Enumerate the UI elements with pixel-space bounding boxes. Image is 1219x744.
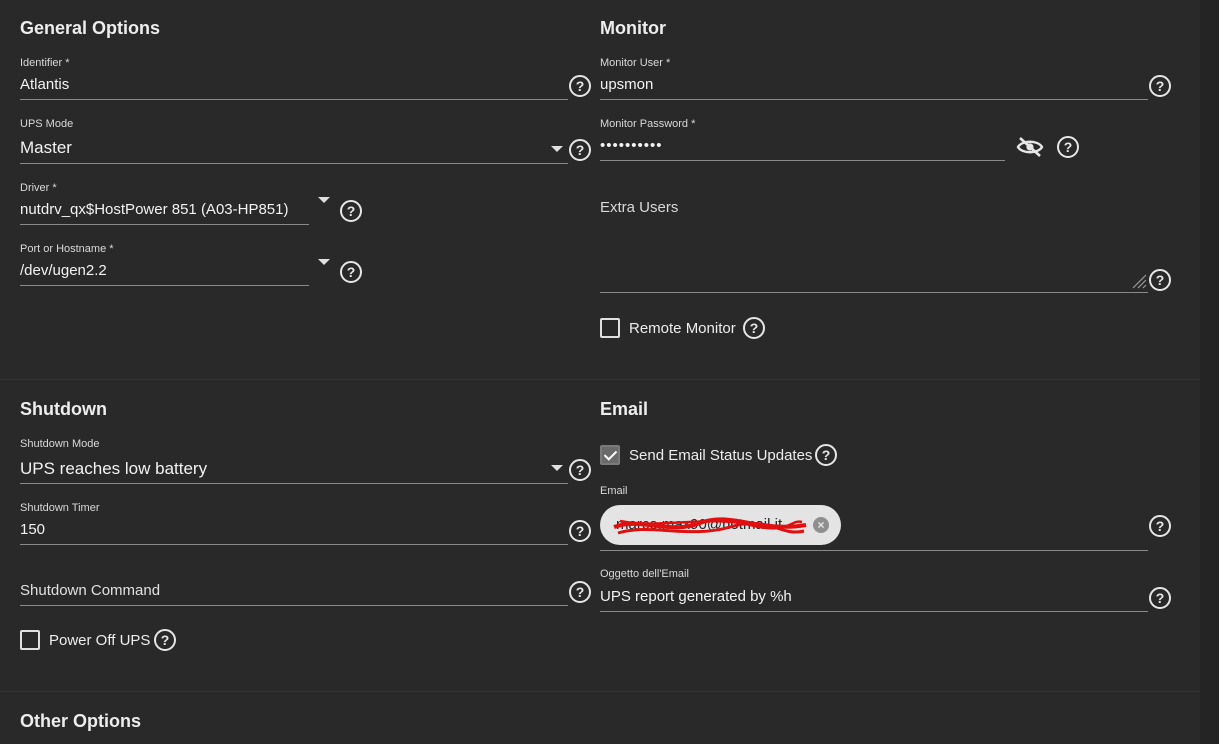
monitor-user-underline xyxy=(600,99,1148,100)
visibility-off-icon[interactable] xyxy=(1016,135,1044,159)
section-divider xyxy=(0,691,1200,692)
shutdown-timer-underline xyxy=(20,544,568,545)
email-subject-underline xyxy=(600,611,1148,612)
shutdown-timer-input[interactable]: 150 xyxy=(20,521,45,538)
other-options-title: Other Options xyxy=(20,711,141,731)
email-chip[interactable]: marco.max90@hotmail.it × xyxy=(600,505,841,545)
extra-users-help-icon[interactable]: ? xyxy=(1149,269,1171,291)
driver-help-icon[interactable]: ? xyxy=(340,200,362,222)
monitor-user-input[interactable]: upsmon xyxy=(600,76,653,93)
port-underline xyxy=(20,285,309,286)
email-underline xyxy=(600,550,1148,551)
email-subject-input[interactable]: UPS report generated by %h xyxy=(600,588,792,605)
driver-label: Driver * xyxy=(20,182,57,194)
identifier-input[interactable]: Atlantis xyxy=(20,76,69,93)
port-chevron-down-icon[interactable] xyxy=(318,259,330,265)
remote-monitor-help-icon[interactable]: ? xyxy=(743,317,765,339)
remote-monitor-label: Remote Monitor xyxy=(629,320,736,337)
monitor-password-underline xyxy=(600,160,1005,161)
ups-mode-help-icon[interactable]: ? xyxy=(569,139,591,161)
send-email-updates-label: Send Email Status Updates xyxy=(629,447,813,464)
shutdown-mode-help-icon[interactable]: ? xyxy=(569,459,591,481)
power-off-ups-checkbox[interactable] xyxy=(20,630,40,650)
power-off-ups-label: Power Off UPS xyxy=(49,632,151,649)
send-email-updates-help-icon[interactable]: ? xyxy=(815,444,837,466)
resize-grip-icon[interactable] xyxy=(1131,273,1147,289)
monitor-password-input[interactable]: •••••••••• xyxy=(600,137,663,154)
ups-settings-form xyxy=(0,0,1200,744)
shutdown-command-input[interactable]: Shutdown Command xyxy=(20,582,160,599)
remote-monitor-checkbox[interactable] xyxy=(600,318,620,338)
redaction-scribble xyxy=(613,517,807,535)
monitor-password-label: Monitor Password * xyxy=(600,118,696,130)
shutdown-command-help-icon[interactable]: ? xyxy=(569,581,591,603)
monitor-user-help-icon[interactable]: ? xyxy=(1149,75,1171,97)
email-help-icon[interactable]: ? xyxy=(1149,515,1171,537)
identifier-underline xyxy=(20,99,568,100)
driver-chevron-down-icon[interactable] xyxy=(318,197,330,203)
driver-select[interactable]: nutdrv_qx$HostPower 851 (A03-HP851) xyxy=(20,201,288,218)
cancel-icon[interactable]: × xyxy=(813,517,829,533)
email-title: Email xyxy=(600,399,649,419)
port-help-icon[interactable]: ? xyxy=(340,261,362,283)
port-label: Port or Hostname * xyxy=(20,243,114,255)
shutdown-mode-chevron-down-icon[interactable] xyxy=(551,465,563,471)
send-email-updates-checkbox[interactable] xyxy=(600,445,620,465)
ups-mode-underline xyxy=(20,163,568,164)
extra-users-textarea[interactable]: Extra Users xyxy=(600,199,678,216)
general-options-title: General Options xyxy=(20,18,161,38)
monitor-user-label: Monitor User * xyxy=(600,57,671,69)
scroll-gutter xyxy=(1200,0,1219,744)
extra-users-underline xyxy=(600,292,1148,293)
monitor-password-help-icon[interactable]: ? xyxy=(1057,136,1079,158)
shutdown-timer-label: Shutdown Timer xyxy=(20,502,100,514)
email-subject-help-icon[interactable]: ? xyxy=(1149,587,1171,609)
ups-mode-chevron-down-icon[interactable] xyxy=(551,146,563,152)
identifier-label: Identifier * xyxy=(20,57,70,69)
shutdown-timer-help-icon[interactable]: ? xyxy=(569,520,591,542)
ups-mode-select[interactable]: Master xyxy=(20,138,72,158)
email-label: Email xyxy=(600,485,628,497)
shutdown-mode-underline xyxy=(20,483,568,484)
driver-underline xyxy=(20,224,309,225)
shutdown-mode-select[interactable]: UPS reaches low battery xyxy=(20,459,207,479)
shutdown-command-underline xyxy=(20,605,568,606)
section-divider xyxy=(0,379,1200,380)
identifier-help-icon[interactable]: ? xyxy=(569,75,591,97)
monitor-title: Monitor xyxy=(600,18,666,38)
ups-mode-label: UPS Mode xyxy=(20,118,74,130)
shutdown-title: Shutdown xyxy=(20,399,107,419)
power-off-ups-help-icon[interactable]: ? xyxy=(154,629,176,651)
shutdown-mode-label: Shutdown Mode xyxy=(20,438,100,450)
email-subject-label: Oggetto dell'Email xyxy=(600,568,689,580)
port-select[interactable]: /dev/ugen2.2 xyxy=(20,262,107,279)
